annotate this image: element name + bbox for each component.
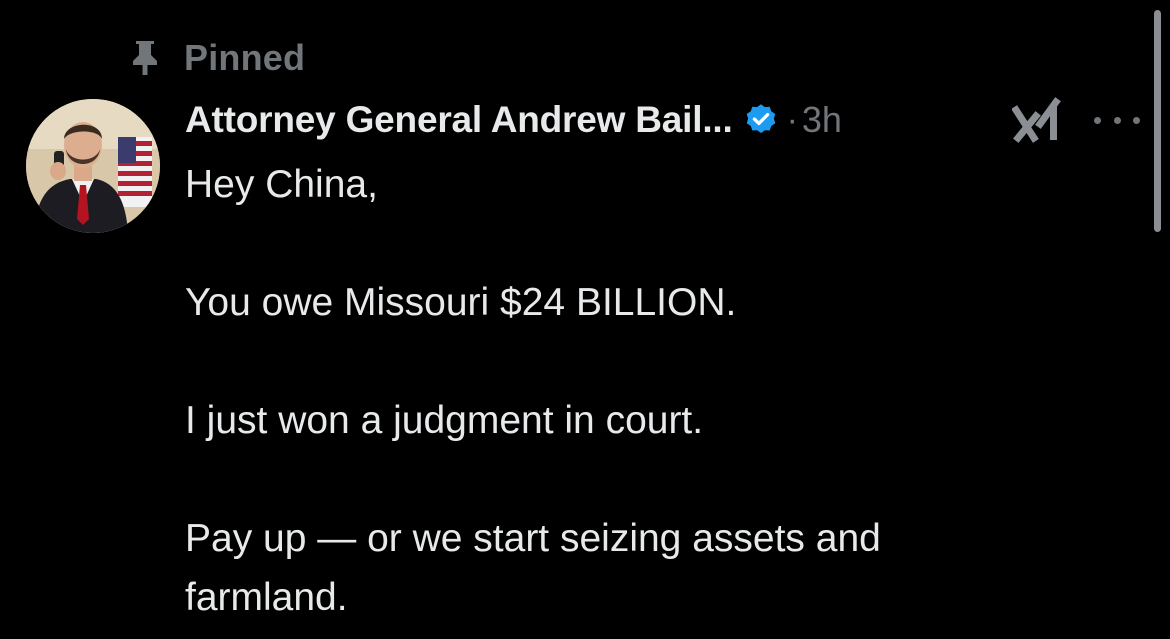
- post-text-spacer: [185, 450, 1085, 509]
- more-options-icon[interactable]: [1094, 108, 1140, 132]
- post-text-line: You owe Missouri $24 BILLION.: [185, 281, 737, 324]
- post-text-spacer: [185, 214, 1085, 273]
- post-text: Hey China, You owe Missouri $24 BILLION.…: [185, 155, 1085, 627]
- scrollbar-thumb[interactable]: [1154, 10, 1161, 232]
- more-dot-icon: [1133, 116, 1140, 124]
- post-text-line: I just won a judgment in court.: [185, 399, 704, 442]
- author-display-name[interactable]: Attorney General Andrew Bail...: [185, 99, 733, 141]
- pinned-label: Pinned: [184, 37, 306, 78]
- post-header: Attorney General Andrew Bail... · 3h: [185, 96, 842, 144]
- post-text-line: Pay up — or we start seizing assets and …: [185, 517, 881, 619]
- more-dot-icon: [1094, 116, 1101, 124]
- verified-badge-icon: [743, 101, 781, 139]
- header-separator: ·: [786, 100, 798, 139]
- post-text-spacer: [185, 332, 1085, 391]
- post-timestamp[interactable]: 3h: [802, 99, 842, 141]
- pinned-indicator: Pinned: [128, 36, 305, 80]
- more-dot-icon: [1113, 116, 1121, 124]
- post-text-line: Hey China,: [185, 163, 378, 206]
- grok-icon[interactable]: [1011, 96, 1064, 146]
- author-avatar[interactable]: [26, 99, 160, 233]
- pin-icon: [128, 38, 162, 78]
- pinned-post-screen: Pinned Attorney General Andrew Bail... ·…: [0, 0, 1170, 639]
